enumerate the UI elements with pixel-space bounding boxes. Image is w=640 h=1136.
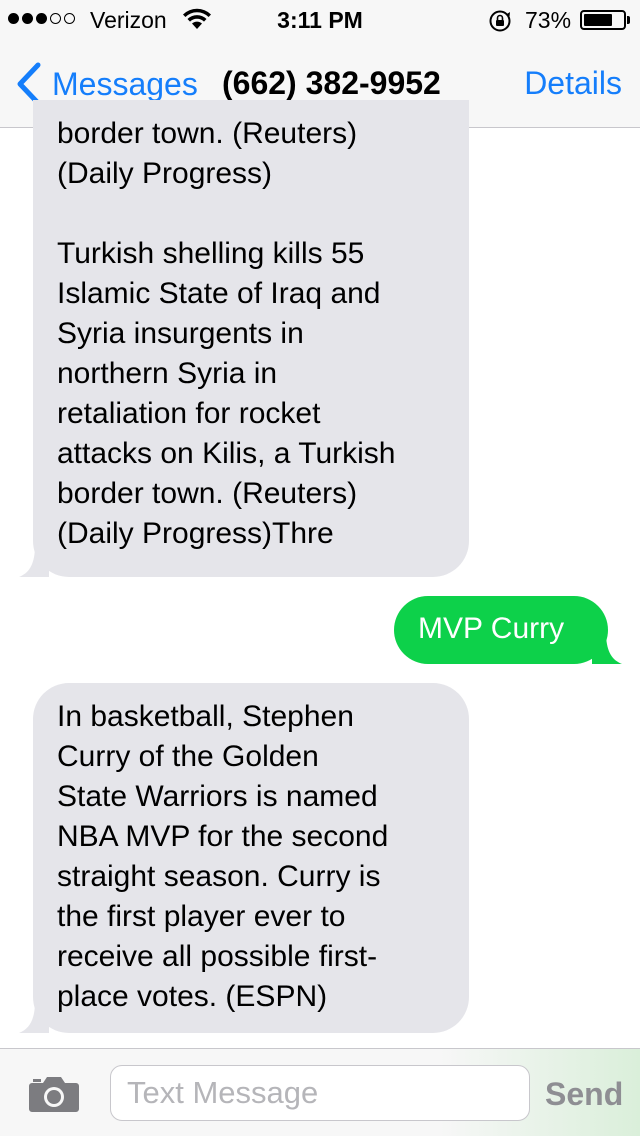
back-button-label: Messages — [52, 65, 198, 102]
message-input-bar: Send — [0, 1048, 640, 1136]
message-bubble-outgoing[interactable]: MVP Curry — [394, 596, 622, 664]
battery-level-fill — [584, 14, 612, 26]
message-bubble-incoming[interactable]: border town. (Reuters) (Daily Progress) … — [19, 100, 469, 577]
camera-icon[interactable] — [28, 1075, 80, 1113]
message-text-field[interactable] — [110, 1065, 530, 1121]
message-text: MVP Curry — [418, 612, 565, 645]
battery-percentage: 73% — [525, 7, 572, 33]
message-bubble-incoming[interactable]: In basketball, Stephen Curry of the Gold… — [19, 683, 469, 1033]
messages-screen: Verizon 3:11 PM 73% Messages (662) 382-9… — [0, 0, 640, 1136]
battery-icon — [580, 10, 626, 30]
message-text: border town. (Reuters) (Daily Progress) … — [57, 117, 396, 550]
bubble-tail — [19, 1005, 49, 1033]
message-input[interactable] — [111, 1066, 529, 1120]
details-button[interactable]: Details — [524, 65, 622, 102]
conversation-title: (662) 382-9952 — [222, 65, 441, 101]
send-button[interactable]: Send — [545, 1076, 623, 1113]
rotation-lock-icon — [489, 10, 511, 32]
bubble-tail — [19, 549, 49, 577]
message-text: In basketball, Stephen Curry of the Gold… — [57, 700, 389, 1013]
bubble-tail — [592, 636, 622, 664]
battery-tip — [627, 16, 630, 24]
status-bar: Verizon 3:11 PM 73% — [0, 0, 640, 40]
